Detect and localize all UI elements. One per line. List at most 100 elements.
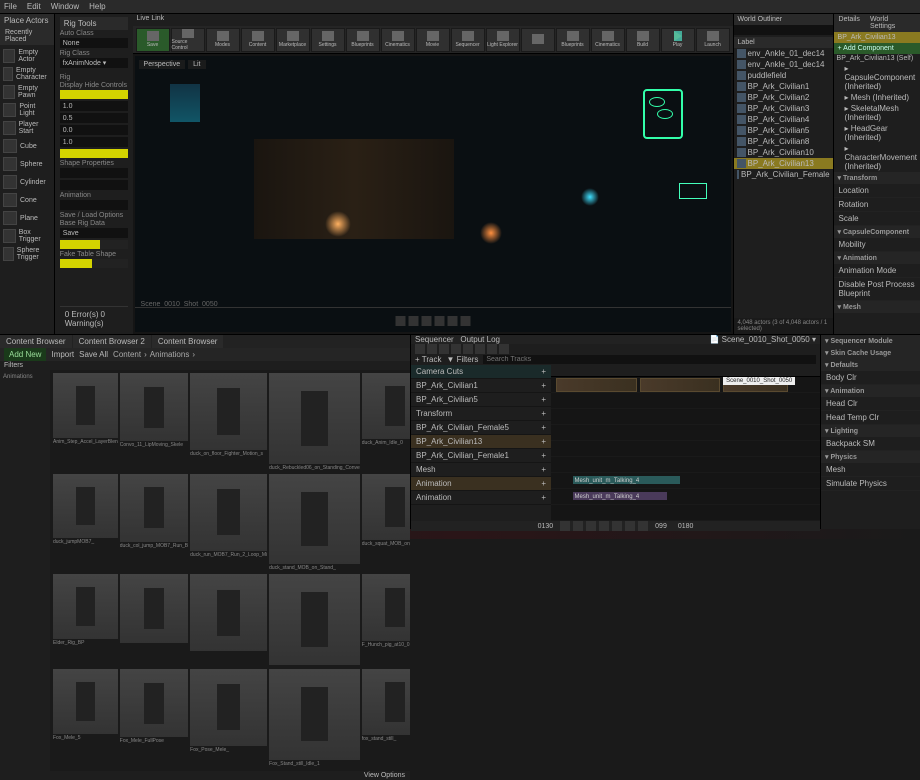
vp-next[interactable] (434, 316, 444, 326)
toolbar-modes[interactable]: Modes (206, 28, 240, 52)
details-row[interactable]: Rotation (834, 198, 920, 212)
livelink-tab[interactable]: Live Link (133, 14, 733, 26)
vp-prev[interactable] (408, 316, 418, 326)
seq-search[interactable] (483, 355, 816, 364)
d2-row[interactable]: Mesh (821, 463, 920, 477)
seq-stepfwd[interactable] (612, 521, 622, 531)
outliner-item[interactable]: BP_Ark_Civilian4 (734, 114, 833, 125)
rig-save-btn[interactable]: Save (60, 228, 128, 238)
cb-tab[interactable]: Content Browser (0, 335, 72, 348)
menu-window[interactable]: Window (51, 2, 79, 11)
track-add[interactable]: + (541, 465, 546, 474)
tl-ruler[interactable] (551, 365, 820, 377)
asset-item[interactable]: fox_stand_still_ (362, 669, 410, 768)
asset-item[interactable]: duck_stand_MOB_on_Stand_ (269, 474, 360, 573)
menu-edit[interactable]: Edit (27, 2, 41, 11)
asset-item[interactable]: Convo_11_LipMoving_Skele (120, 373, 188, 472)
place-item[interactable]: Plane (2, 209, 52, 227)
rig-f2[interactable]: 0.5 (60, 113, 128, 123)
component-item[interactable]: ▸ Mesh (Inherited) (834, 92, 920, 103)
toolbar-launch[interactable]: Launch (696, 28, 730, 52)
toolbar-cinematics[interactable]: Cinematics (591, 28, 625, 52)
vp-play[interactable] (421, 316, 431, 326)
asset-item[interactable]: duck_Rebuckled06_on_Standing_Conve (269, 373, 360, 472)
toolbar-build[interactable]: Build (626, 28, 660, 52)
rig-f3[interactable]: 0.0 (60, 125, 128, 135)
place-item[interactable]: Empty Actor (2, 47, 52, 65)
toolbar-movie[interactable]: Movie (416, 28, 450, 52)
rig-slider-3[interactable] (60, 240, 128, 249)
rig-autoclass-field[interactable]: None (60, 38, 128, 48)
place-item[interactable]: Cube (2, 137, 52, 155)
asset-item[interactable]: Anim_Step_Accel_LayerBlen (53, 373, 118, 472)
details-category[interactable]: ▾ Transform (834, 172, 920, 184)
seq-filters[interactable]: ▼ Filters (446, 355, 478, 364)
seq-tool-snap[interactable] (475, 344, 485, 354)
cb-viewopts[interactable]: View Options (0, 771, 410, 780)
seq-stepback[interactable] (573, 521, 583, 531)
place-item[interactable]: Empty Character (2, 65, 52, 83)
seq-track[interactable]: BP_Ark_Civilian_Female5+ (411, 421, 551, 435)
cb-import[interactable]: Import (51, 350, 74, 359)
details-root[interactable]: BP_Ark_Civilian13 (Self) (834, 54, 920, 63)
outliner-item[interactable]: BP_Ark_Civilian1 (734, 81, 833, 92)
vp-perspective[interactable]: Perspective (139, 60, 186, 69)
component-item[interactable]: ▸ HeadGear (Inherited) (834, 123, 920, 143)
seq-timeline[interactable]: Scene_0010_Shot_0050 Mesh_unit_m_Talking… (551, 365, 820, 521)
seq-revplay[interactable] (586, 521, 596, 531)
seq-play[interactable] (599, 521, 609, 531)
details-row[interactable]: Scale (834, 212, 920, 226)
asset-item[interactable]: Fox_Mele_FullPose (120, 669, 188, 768)
place-item[interactable]: Cone (2, 191, 52, 209)
seq-track[interactable]: Camera Cuts+ (411, 365, 551, 379)
outliner-item[interactable]: BP_Ark_Civilian2 (734, 92, 833, 103)
seq-tool-save[interactable] (415, 344, 425, 354)
details-category[interactable]: ▾ CapsuleComponent (834, 226, 920, 238)
seq-track[interactable]: BP_Ark_Civilian5+ (411, 393, 551, 407)
seq-tofront[interactable] (560, 521, 570, 531)
details-row[interactable]: Location (834, 184, 920, 198)
toolbar-settings[interactable]: Settings (311, 28, 345, 52)
rig-slider-1[interactable] (60, 90, 128, 99)
asset-item[interactable]: duck_on_floor_Fighter_Motion_s (190, 373, 267, 472)
outliner-item[interactable]: BP_Ark_Civilian10 (734, 147, 833, 158)
seq-tool-camera[interactable] (427, 344, 437, 354)
rig-shape-field2[interactable] (60, 180, 128, 190)
seq-toend[interactable] (625, 521, 635, 531)
seq-track[interactable]: Transform+ (411, 407, 551, 421)
seq-tool-key[interactable] (451, 344, 461, 354)
toolbar-cinematics[interactable]: Cinematics (381, 28, 415, 52)
d2-row[interactable]: Simulate Physics (821, 477, 920, 491)
seq-track[interactable]: Animation+ (411, 477, 551, 491)
toolbar-btn[interactable] (521, 28, 555, 52)
place-tab[interactable]: Recently Placed (0, 27, 54, 45)
track-add[interactable]: + (541, 381, 546, 390)
d2-row[interactable]: Head Temp Clr (821, 411, 920, 425)
toolbar-source-control[interactable]: Source Control (171, 28, 205, 52)
asset-item[interactable] (190, 574, 267, 667)
outliner-item[interactable]: BP_Ark_Civilian13 (734, 158, 833, 169)
outliner-search[interactable] (734, 25, 833, 35)
toolbar-blueprints[interactable]: Blueprints (346, 28, 380, 52)
track-add[interactable]: + (541, 479, 546, 488)
seq-loop[interactable] (638, 521, 648, 531)
d2-category[interactable]: ▾ Sequencer Module (821, 335, 920, 347)
cb-tab[interactable]: Content Browser (152, 335, 224, 348)
menu-file[interactable]: File (4, 2, 17, 11)
track-add[interactable]: + (541, 451, 546, 460)
cb-breadcrumb[interactable]: Content›Animations› (113, 350, 195, 359)
d2-category[interactable]: ▾ Lighting (821, 425, 920, 437)
toolbar-light-explorer[interactable]: Light Explorer (486, 28, 520, 52)
vp-lit[interactable]: Lit (188, 60, 205, 69)
place-item[interactable]: Box Trigger (2, 227, 52, 245)
asset-item[interactable]: Elder_Rig_BP (53, 574, 118, 667)
details-row[interactable]: Disable Post Process Blueprint (834, 278, 920, 301)
d2-row[interactable]: Backpack SM (821, 437, 920, 451)
rig-shape-field[interactable] (60, 168, 128, 178)
details-row[interactable]: Animation Mode (834, 264, 920, 278)
rig-f4[interactable]: 1.0 (60, 137, 128, 147)
toolbar-save[interactable]: Save (136, 28, 170, 52)
outliner-item[interactable]: BP_Ark_Civilian8 (734, 136, 833, 147)
track-add[interactable]: + (541, 395, 546, 404)
component-item[interactable]: ▸ CharacterMovement (Inherited) (834, 143, 920, 172)
